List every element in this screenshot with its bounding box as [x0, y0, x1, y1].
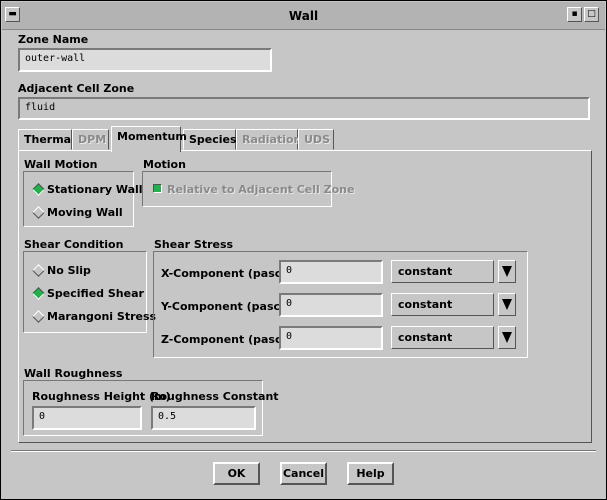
adjacent-cell-zone-field: fluid — [18, 97, 590, 120]
x-component-input[interactable]: 0 — [279, 260, 383, 284]
minimize-icon[interactable]: ▪ — [567, 7, 582, 22]
tab-momentum[interactable]: Momentum — [111, 126, 187, 152]
z-component-input[interactable]: 0 — [279, 326, 383, 350]
x-component-label: X-Component (pascal) — [161, 267, 298, 280]
radio-selected-icon — [32, 183, 45, 196]
zone-name-input[interactable]: outer-wall — [18, 48, 272, 72]
shear-condition-label: Shear Condition — [24, 238, 124, 251]
ok-button[interactable]: OK — [213, 462, 260, 485]
tab-radiation[interactable]: Radiation — [236, 129, 301, 150]
triangle-down-icon[interactable] — [498, 326, 516, 349]
triangle-down-icon[interactable] — [498, 260, 516, 283]
wall-dialog: ▬ Wall ▪ □ Zone Name outer-wall Adjacent… — [0, 0, 607, 500]
roughness-constant-label: Roughness Constant — [151, 390, 279, 403]
roughness-height-input[interactable]: 0 — [32, 406, 142, 430]
y-component-label: Y-Component (pascal) — [161, 300, 297, 313]
roughness-constant-input[interactable]: 0.5 — [151, 406, 256, 430]
help-button[interactable]: Help — [347, 462, 394, 485]
z-component-method-select[interactable]: constant — [391, 326, 494, 349]
adjacent-cell-zone-label: Adjacent Cell Zone — [18, 82, 135, 95]
shear-stress-label: Shear Stress — [154, 238, 234, 251]
radio-unselected-icon — [32, 310, 45, 323]
moving-wall-radio[interactable]: Moving Wall — [32, 206, 123, 219]
relative-to-adjacent-checkbox[interactable]: Relative to Adjacent Cell Zone — [153, 183, 354, 196]
radio-unselected-icon — [32, 206, 45, 219]
zone-name-label: Zone Name — [18, 33, 89, 46]
tab-uds[interactable]: UDS — [298, 129, 334, 150]
cancel-button[interactable]: Cancel — [280, 462, 327, 485]
x-component-method-select[interactable]: constant — [391, 260, 494, 283]
wall-motion-label: Wall Motion — [24, 158, 98, 171]
tab-thermal[interactable]: Thermal — [18, 129, 75, 150]
marangoni-stress-radio[interactable]: Marangoni Stress — [32, 310, 156, 323]
z-component-label: Z-Component (pascal) — [161, 333, 298, 346]
title-bar[interactable]: ▬ Wall ▪ □ — [2, 2, 605, 30]
tab-species[interactable]: Species — [183, 129, 237, 150]
roughness-height-label: Roughness Height (m) — [32, 390, 171, 403]
motion-label: Motion — [143, 158, 186, 171]
wall-roughness-label: Wall Roughness — [24, 367, 123, 380]
tab-dpm[interactable]: DPM — [72, 129, 109, 150]
no-slip-radio[interactable]: No Slip — [32, 264, 91, 277]
radio-unselected-icon — [32, 264, 45, 277]
radio-selected-icon — [32, 287, 45, 300]
checkbox-checked-icon — [153, 184, 162, 193]
specified-shear-radio[interactable]: Specified Shear — [32, 287, 144, 300]
window-title: Wall — [288, 9, 319, 23]
y-component-input[interactable]: 0 — [279, 293, 383, 317]
y-component-method-select[interactable]: constant — [391, 293, 494, 316]
button-separator — [11, 450, 596, 452]
triangle-down-icon[interactable] — [498, 293, 516, 316]
stationary-wall-radio[interactable]: Stationary Wall — [32, 183, 143, 196]
maximize-icon[interactable]: □ — [584, 7, 599, 22]
